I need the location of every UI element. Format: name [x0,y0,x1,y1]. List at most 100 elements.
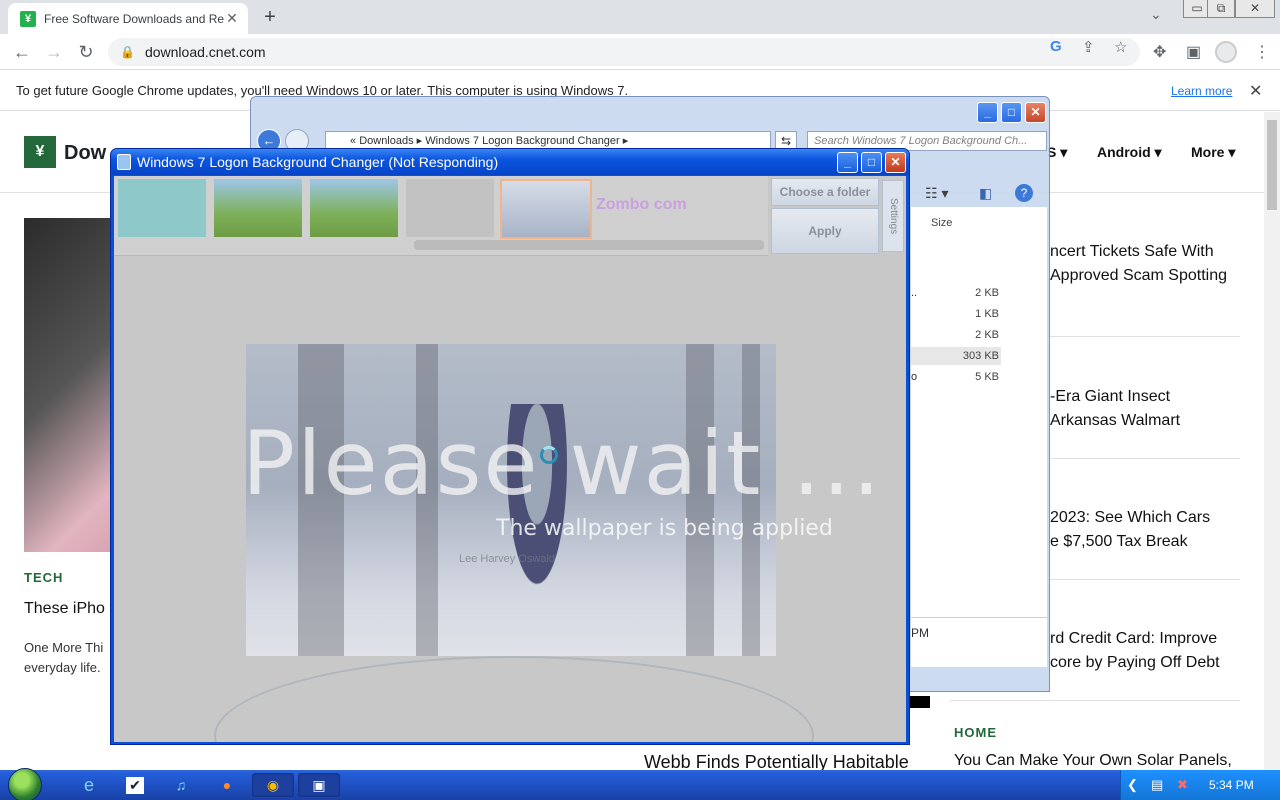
divider [1050,458,1240,459]
file-name[interactable]: o [911,371,917,383]
nav-label: Android [1097,144,1151,160]
changer-close-button[interactable]: ✕ [885,152,906,173]
forward-arrow-icon[interactable]: → [42,40,66,64]
sidebar-headline-2[interactable]: -Era Giant Insect Arkansas Walmart [1050,385,1180,433]
explorer-minimize-button[interactable]: _ [977,102,998,123]
tray-expand-icon[interactable]: ❮ [1127,777,1138,793]
changer-titlebar[interactable]: Windows 7 Logon Background Changer (Not … [111,149,909,175]
infobar-close-icon[interactable]: ✕ [1249,81,1262,101]
chrome-icon[interactable]: ◉ [252,773,294,797]
headline-line: Arkansas Walmart [1050,412,1181,429]
sidebar-headline-4[interactable]: rd Credit Card: Improve core by Paying Of… [1050,627,1220,675]
file-size: 303 KB [962,350,999,362]
nav-item-android[interactable]: Android ▾ [1097,144,1162,161]
side-panel-icon[interactable]: ▣ [1186,42,1201,62]
nav-item-more[interactable]: More ▾ [1191,144,1235,161]
page-scrollbar[interactable] [1264,112,1280,770]
headline-line: e $7,500 Tax Break [1050,533,1188,550]
profile-avatar[interactable] [1215,41,1237,63]
busy-spinner-icon [540,446,558,464]
file-size: 2 KB [975,329,999,341]
start-button[interactable] [8,768,42,800]
headline-line: rd Credit Card: Improve [1050,630,1218,647]
window-close-button[interactable]: ✕ [1235,0,1275,18]
view-options-icon[interactable]: ☷ ▾ [925,185,948,202]
volume-muted-icon[interactable]: ✖ [1177,777,1188,793]
music-icon[interactable]: ♫ [160,773,202,797]
file-size: 2 KB [975,287,999,299]
learn-more-link[interactable]: Learn more [1171,84,1232,98]
wallpaper-thumbnail[interactable] [406,179,494,237]
address-url: download.cnet.com [144,44,266,60]
divider [950,700,1240,701]
help-icon[interactable]: ? [1015,184,1033,202]
cnet-favicon-icon: ¥ [20,10,36,27]
scrollbar-thumb[interactable] [1267,120,1277,210]
hero-sub-1: One More Thi [24,640,104,655]
tab-search-chevron-icon[interactable]: ⌄ [1150,6,1162,23]
section-label-tech[interactable]: TECH [24,570,63,585]
wallpaper-thumbnail[interactable] [214,179,302,237]
headline-line: -Era Giant Insect [1050,388,1171,405]
cnet-logo-icon[interactable]: ¥ [24,136,56,168]
tab-close-icon[interactable]: ✕ [224,10,240,27]
site-name[interactable]: Dow [64,142,106,165]
address-bar[interactable]: 🔒 download.cnet.com [108,38,1140,66]
photo-credit: Lee Harvey Oswald [459,553,555,565]
lock-icon[interactable]: 🔒 [120,45,135,59]
choose-folder-button[interactable]: Choose a folder [771,178,879,206]
wallpaper-thumbnail[interactable] [118,179,206,237]
network-icon[interactable]: ▤ [1151,777,1163,793]
new-tab-button[interactable]: + [258,5,282,29]
explorer-titlebar[interactable] [251,97,1049,127]
changer-maximize-button[interactable]: □ [861,152,882,173]
section-label-home[interactable]: HOME [954,725,997,740]
changer-client-area: Zombo com Choose a folder Apply Settings… [114,176,906,742]
settings-tab[interactable]: Settings [882,180,904,252]
wallpaper-thumbnail-strip: Zombo com [114,176,768,256]
crumb-downloads[interactable]: Downloads [359,135,413,147]
sidebar-headline-1[interactable]: ncert Tickets Safe With Approved Scam Spo… [1050,240,1227,288]
ie-icon[interactable]: e [68,773,110,797]
reload-icon[interactable]: ↻ [74,40,98,64]
browser-toolbar: ← → ↻ 🔒 download.cnet.com G ⇪ ☆ ✥ ▣ ⋮ [0,34,1280,70]
bottom-headline[interactable]: Webb Finds Potentially Habitable [644,750,909,770]
sidebar-headline-3[interactable]: 2023: See Which Cars e $7,500 Tax Break [1050,506,1210,554]
changer-window[interactable]: Windows 7 Logon Background Changer (Not … [110,148,910,745]
kebab-menu-icon[interactable]: ⋮ [1254,42,1270,62]
preview-pane-icon[interactable]: ◧ [979,185,992,202]
column-size-header[interactable]: Size [931,217,952,229]
crumb-folder[interactable]: Windows 7 Logon Background Changer [425,135,619,147]
changer-minimize-button[interactable]: _ [837,152,858,173]
stage-floor-decoration [214,656,814,742]
window-restore-button[interactable]: ⧉ [1207,0,1235,18]
file-name[interactable]: .. [911,287,917,299]
explorer-close-button[interactable]: ✕ [1025,102,1046,123]
changer-icon[interactable]: ▣ [298,773,340,797]
divider [1050,579,1240,580]
wallpaper-thumbnail-selected[interactable] [500,179,592,239]
headline-line: 2023: See Which Cars [1050,509,1211,526]
home-headline[interactable]: You Can Make Your Own Solar Panels, [954,749,1232,770]
tasks-icon[interactable]: ✔ [114,773,156,797]
explorer-maximize-button[interactable]: □ [1001,102,1022,123]
changer-app-icon [117,154,131,170]
back-arrow-icon[interactable]: ← [10,40,34,64]
google-translate-icon[interactable]: G [1050,38,1062,55]
tab-title: Free Software Downloads and Revie [44,11,224,26]
firefox-icon[interactable]: ● [206,773,248,797]
share-icon[interactable]: ⇪ [1082,38,1095,56]
thumbnail-brand-text: Zombo com [596,196,687,213]
extensions-puzzle-icon[interactable]: ✥ [1153,42,1166,62]
thumbnail-scrollbar[interactable] [414,240,764,250]
nav-label: More [1191,144,1225,160]
hero-sub-2: everyday life. [24,660,101,675]
browser-tab[interactable]: ¥ Free Software Downloads and Revie ✕ [8,3,248,34]
hero-headline[interactable]: These iPho [24,597,105,621]
divider [1050,336,1240,337]
wallpaper-thumbnail[interactable] [310,179,398,237]
bookmark-star-icon[interactable]: ☆ [1114,38,1127,56]
apply-button[interactable]: Apply [771,208,879,254]
taskbar-clock[interactable]: 5:34 PM [1209,778,1254,792]
nav-item-s[interactable]: S ▾ [1047,144,1067,161]
